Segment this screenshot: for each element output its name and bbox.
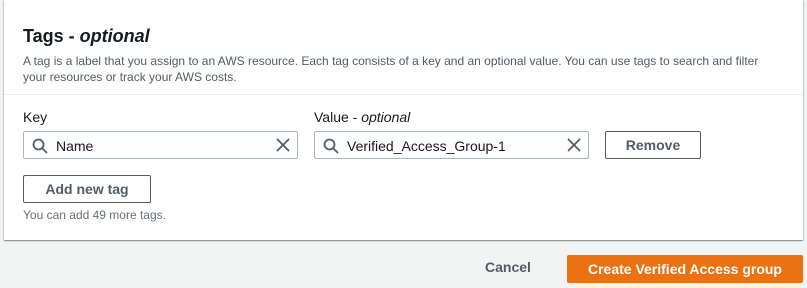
search-icon <box>32 138 48 154</box>
section-description: A tag is a label that you assign to an A… <box>23 54 759 84</box>
add-new-tag-button[interactable]: Add new tag <box>23 175 151 203</box>
close-icon[interactable] <box>275 137 291 153</box>
search-icon <box>323 138 339 154</box>
value-label-optional: optional <box>361 109 411 125</box>
value-label-text: Value - <box>314 109 362 125</box>
tags-panel-header: Tags - optional A tag is a label that yo… <box>4 0 803 95</box>
tag-key-value[interactable]: Name <box>56 137 93 155</box>
key-label: Key <box>23 109 48 125</box>
tags-remaining-hint: You can add 49 more tags. <box>23 208 166 222</box>
tag-key-input[interactable]: Name <box>23 131 298 159</box>
tag-value-value[interactable]: Verified_Access_Group-1 <box>347 137 506 155</box>
tags-panel: Tags - optional A tag is a label that yo… <box>4 0 803 240</box>
section-title-text: Tags - <box>23 26 80 46</box>
remove-tag-button[interactable]: Remove <box>605 131 701 159</box>
section-title-optional: optional <box>79 26 150 46</box>
close-icon[interactable] <box>566 137 582 153</box>
create-verified-access-group-button[interactable]: Create Verified Access group <box>567 255 803 283</box>
tag-value-input[interactable]: Verified_Access_Group-1 <box>314 131 589 159</box>
section-title: Tags - optional <box>23 25 150 47</box>
value-label: Value - optional <box>314 108 410 126</box>
cancel-button[interactable]: Cancel <box>485 259 531 275</box>
